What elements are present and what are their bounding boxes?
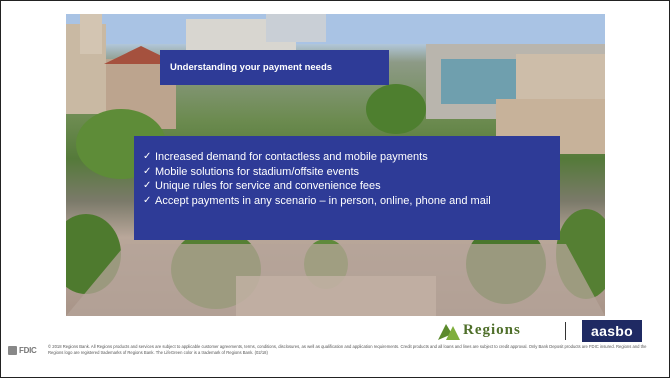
regions-wordmark: Regions [463, 321, 521, 338]
logo-divider [565, 322, 566, 340]
slide-title: Understanding your payment needs [160, 50, 389, 85]
regions-triangle-icon [438, 324, 460, 340]
bullet-text: Unique rules for service and convenience… [155, 180, 381, 192]
checkmark-icon: ✓ [143, 151, 152, 162]
checkmark-icon: ✓ [143, 194, 152, 206]
bullet-text: Increased demand for contactless and mob… [155, 151, 428, 163]
checkmark-icon: ✓ [143, 180, 152, 191]
fdic-seal-icon [8, 345, 17, 355]
bullet-item: ✓ Mobile solutions for stadium/offsite e… [143, 165, 560, 180]
bullet-text: Mobile solutions for stadium/offsite eve… [155, 165, 360, 178]
bullet-list: ✓ Increased demand for contactless and m… [134, 136, 560, 240]
checkmark-icon: ✓ [143, 165, 152, 177]
disclaimer-text: © 2018 Regions Bank. All Regions product… [48, 344, 647, 355]
fdic-badge: FDIC [8, 344, 46, 356]
bullet-text: Accept payments in any scenario – in per… [155, 194, 491, 207]
bullet-item: ✓ Increased demand for contactless and m… [143, 150, 560, 165]
fdic-label: FDIC [19, 345, 37, 355]
bullet-item: ✓ Accept payments in any scenario – in p… [143, 194, 560, 209]
bullet-item: ✓ Unique rules for service and convenien… [143, 179, 560, 194]
regions-logo: Regions [438, 318, 521, 342]
aasbo-logo: aasbo [582, 320, 642, 342]
